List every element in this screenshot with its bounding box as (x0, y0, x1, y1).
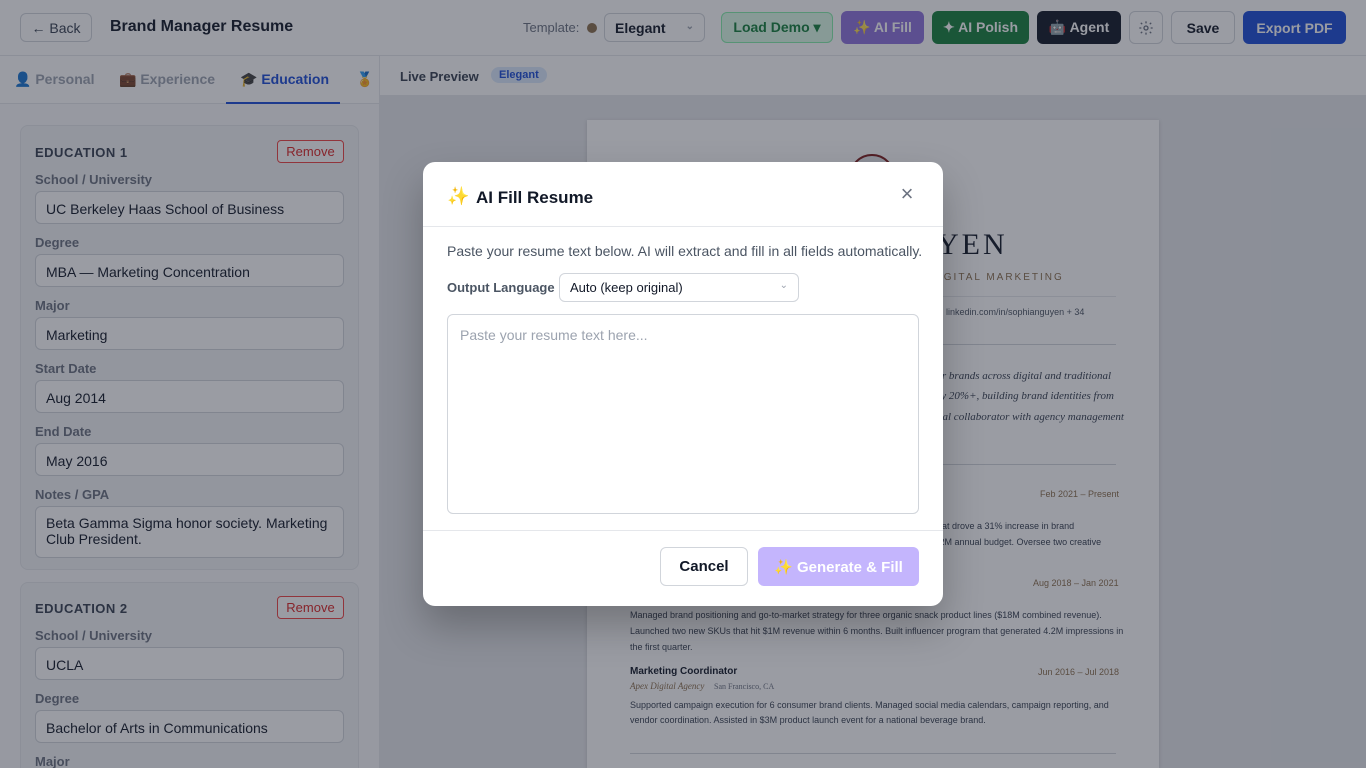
output-language-select[interactable]: Auto (keep original) ⌄ (559, 273, 799, 302)
modal-title: AI Fill Resume (476, 188, 594, 207)
output-language-value: Auto (keep original) (570, 280, 683, 295)
close-icon[interactable]: × (897, 183, 917, 205)
output-language-label: Output Language (447, 280, 555, 295)
modal-footer-divider (423, 530, 943, 531)
resume-text-input[interactable]: Paste your resume text here... (447, 314, 919, 514)
sparkles-icon: ✨ (447, 186, 470, 206)
chevron-down-icon: ⌄ (779, 280, 788, 291)
ai-fill-modal: ✨ AI Fill Resume × Paste your resume tex… (423, 162, 943, 606)
cancel-button[interactable]: Cancel (660, 547, 748, 586)
modal-header: ✨ AI Fill Resume × (423, 162, 943, 227)
generate-fill-button[interactable]: ✨ Generate & Fill (758, 547, 919, 586)
modal-description: Paste your resume text below. AI will ex… (447, 243, 923, 259)
